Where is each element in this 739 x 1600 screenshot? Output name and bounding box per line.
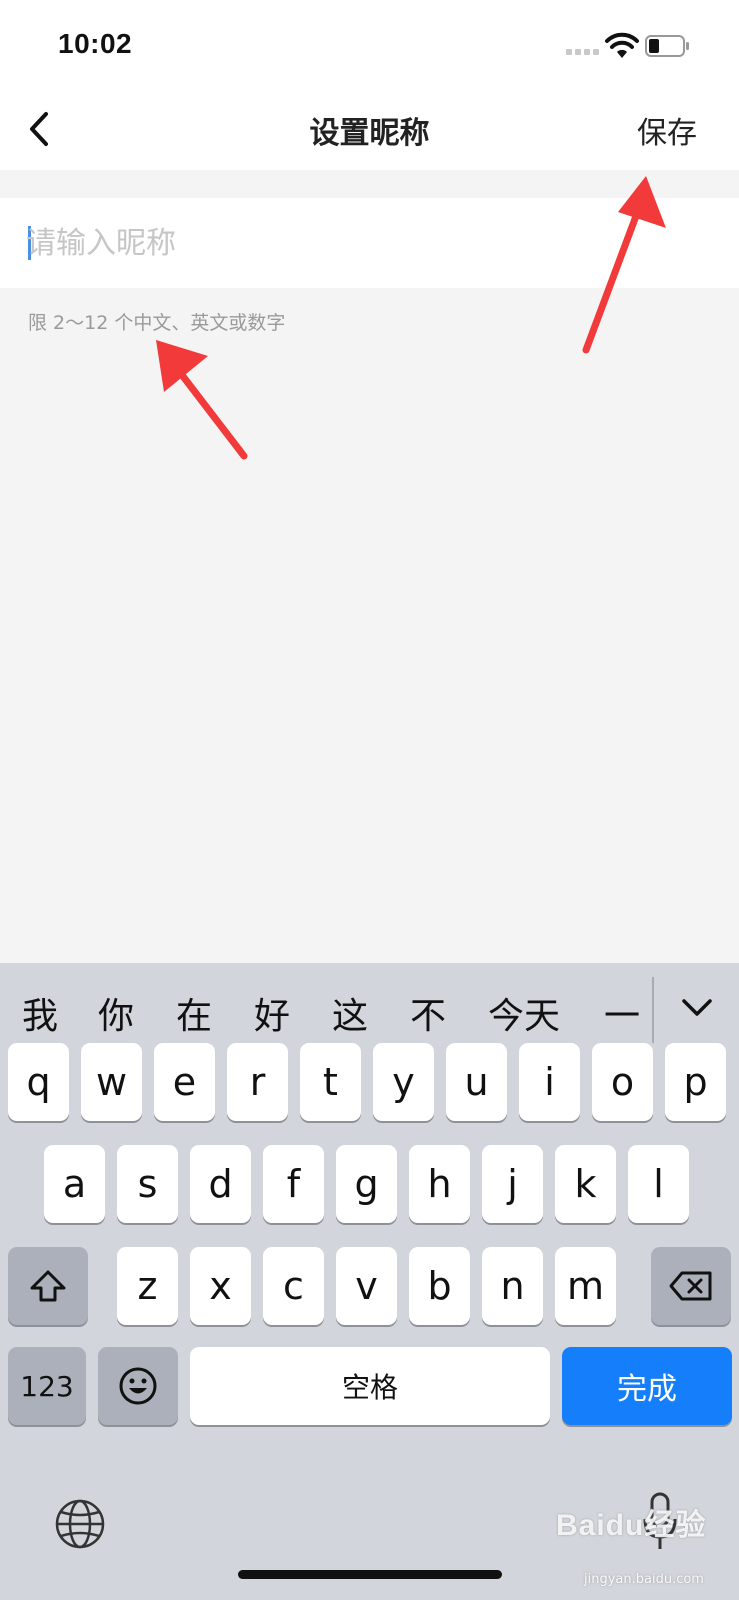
key-v[interactable]: v	[336, 1247, 397, 1325]
backspace-icon	[669, 1271, 712, 1301]
candidate-word[interactable]: 今天	[488, 987, 560, 1039]
key-t[interactable]: t	[300, 1043, 361, 1121]
space-key[interactable]: 空格	[190, 1347, 550, 1425]
key-c[interactable]: c	[263, 1247, 324, 1325]
emoji-key[interactable]	[98, 1347, 178, 1425]
annotation-arrow-hint	[156, 340, 248, 460]
key-a[interactable]: a	[44, 1145, 105, 1223]
key-p[interactable]: p	[665, 1043, 726, 1121]
save-button[interactable]: 保存	[637, 108, 697, 152]
status-time: 10:02	[58, 28, 133, 59]
candidate-word[interactable]: 这	[332, 987, 368, 1039]
done-key[interactable]: 完成	[562, 1347, 732, 1425]
key-h[interactable]: h	[409, 1145, 470, 1223]
status-bar: 10:02	[0, 0, 739, 88]
globe-icon[interactable]	[54, 1498, 106, 1550]
key-b[interactable]: b	[409, 1247, 470, 1325]
key-o[interactable]: o	[592, 1043, 653, 1121]
key-z[interactable]: z	[117, 1247, 178, 1325]
candidate-word[interactable]: 不	[410, 987, 446, 1039]
navigation-bar: 设置昵称 保存	[0, 88, 739, 170]
numbers-key[interactable]: 123	[8, 1347, 86, 1425]
signal-icon	[566, 49, 599, 55]
page-title: 设置昵称	[309, 116, 430, 151]
key-k[interactable]: k	[555, 1145, 616, 1223]
key-x[interactable]: x	[190, 1247, 251, 1325]
key-y[interactable]: y	[373, 1043, 434, 1121]
nickname-field-row	[0, 198, 739, 288]
key-q[interactable]: q	[8, 1043, 69, 1121]
key-d[interactable]: d	[190, 1145, 251, 1223]
candidate-word[interactable]: 一	[604, 987, 640, 1039]
chevron-down-icon[interactable]	[678, 993, 716, 1023]
home-indicator	[238, 1570, 502, 1579]
shift-key[interactable]	[8, 1247, 88, 1325]
key-u[interactable]: u	[446, 1043, 507, 1121]
candidate-divider	[652, 977, 654, 1043]
key-f[interactable]: f	[263, 1145, 324, 1223]
key-i[interactable]: i	[519, 1043, 580, 1121]
candidate-word[interactable]: 好	[254, 987, 290, 1039]
key-g[interactable]: g	[336, 1145, 397, 1223]
wifi-icon	[605, 32, 639, 58]
candidate-word[interactable]: 我	[22, 987, 58, 1039]
key-j[interactable]: j	[482, 1145, 543, 1223]
watermark-logo: Baidu经验	[556, 1509, 707, 1542]
emoji-icon	[119, 1367, 157, 1405]
nickname-input[interactable]	[26, 216, 706, 270]
key-r[interactable]: r	[227, 1043, 288, 1121]
key-s[interactable]: s	[117, 1145, 178, 1223]
nickname-hint: 限 2～12 个中文、英文或数字	[28, 312, 286, 334]
key-m[interactable]: m	[555, 1247, 616, 1325]
watermark-url: jingyan.baidu.com	[584, 1572, 704, 1587]
candidate-word[interactable]: 在	[176, 987, 212, 1039]
delete-key[interactable]	[651, 1247, 731, 1325]
shift-icon	[30, 1270, 66, 1302]
key-l[interactable]: l	[628, 1145, 689, 1223]
key-e[interactable]: e	[154, 1043, 215, 1121]
key-w[interactable]: w	[81, 1043, 142, 1121]
battery-icon	[645, 35, 689, 57]
key-n[interactable]: n	[482, 1247, 543, 1325]
candidate-word[interactable]: 你	[98, 987, 134, 1039]
